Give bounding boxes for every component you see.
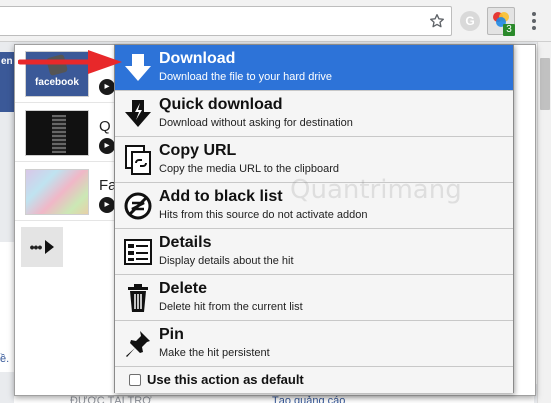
menu-item-pin[interactable]: Pin Make the hit persistent (115, 321, 513, 367)
quick-download-icon (120, 95, 156, 133)
hit-thumbnail (25, 110, 89, 156)
hit-thumbnail (25, 169, 89, 215)
hit-thumbnail-label: facebook (35, 77, 79, 88)
menu-item-description: Make the hit persistent (159, 347, 270, 359)
menu-item-description: Download the file to your hard drive (159, 71, 333, 83)
bookmark-star-icon[interactable] (426, 10, 448, 32)
action-menu: Download Download the file to your hard … (114, 44, 514, 393)
menu-item-description: Hits from this source do not activate ad… (159, 209, 368, 221)
copy-url-icon (120, 141, 156, 179)
blacklist-icon (120, 187, 156, 225)
details-list-icon (120, 233, 156, 271)
hit-action-icon[interactable]: ▸ (99, 138, 115, 154)
pushpin-icon (120, 325, 156, 363)
address-bar[interactable] (0, 6, 452, 36)
menu-item-title: Quick download (159, 96, 283, 113)
menu-item-title: Add to black list (159, 188, 283, 205)
hit-action-icon[interactable]: ▸ (99, 79, 115, 95)
watermark-text: Quantrimang (290, 175, 462, 205)
expand-arrow-icon (45, 240, 55, 254)
menu-item-title: Details (159, 234, 212, 251)
hit-list: facebook ▸ Q ▸ Fa ▸ ••• (15, 45, 117, 395)
hit-title: Q (99, 118, 111, 135)
browser-toolbar: G 3 (0, 0, 551, 42)
default-action-checkbox[interactable] (129, 374, 141, 386)
page-text-fragment: ề. (0, 353, 10, 365)
menu-item-title: Copy URL (159, 142, 237, 159)
hit-item[interactable]: Q ▸ (15, 104, 115, 162)
sponsored-label: ĐƯỢC TÀI TRỢ (70, 395, 152, 403)
scrollbar-thumb[interactable] (540, 58, 550, 110)
browser-menu-icon[interactable] (524, 10, 544, 32)
hit-action-icon[interactable]: ▸ (99, 197, 115, 213)
page-header-fragment: en (0, 52, 14, 112)
menu-item-download[interactable]: Download Download the file to your hard … (115, 45, 513, 91)
menu-item-title: Download (159, 50, 236, 67)
menu-item-quick-download[interactable]: Quick download Download without asking f… (115, 91, 513, 137)
hit-item[interactable]: Fa ▸ (15, 163, 117, 221)
create-ad-link[interactable]: Tạo quảng cáo (272, 395, 345, 403)
menu-item-details[interactable]: Details Display details about the hit (115, 229, 513, 275)
menu-item-description: Copy the media URL to the clipboard (159, 163, 339, 175)
more-actions-button[interactable]: ••• (21, 227, 63, 267)
g-extension-icon[interactable]: G (460, 11, 480, 31)
default-action-label[interactable]: Use this action as default (147, 372, 304, 387)
menu-item-title: Pin (159, 326, 184, 343)
menu-item-delete[interactable]: Delete Delete hit from the current list (115, 275, 513, 321)
menu-item-title: Delete (159, 280, 208, 297)
annotation-arrow-icon (18, 50, 122, 74)
more-dots-icon: ••• (29, 239, 43, 255)
hit-count-badge: 3 (503, 24, 515, 36)
g-extension-label: G (465, 14, 475, 28)
menu-item-description: Display details about the hit (159, 255, 294, 267)
trash-icon (120, 279, 156, 317)
menu-item-description: Delete hit from the current list (159, 301, 303, 313)
menu-item-description: Download without asking for destination (159, 117, 353, 129)
default-action-row: Use this action as default (115, 367, 513, 393)
page-scrollbar[interactable] (537, 42, 551, 403)
